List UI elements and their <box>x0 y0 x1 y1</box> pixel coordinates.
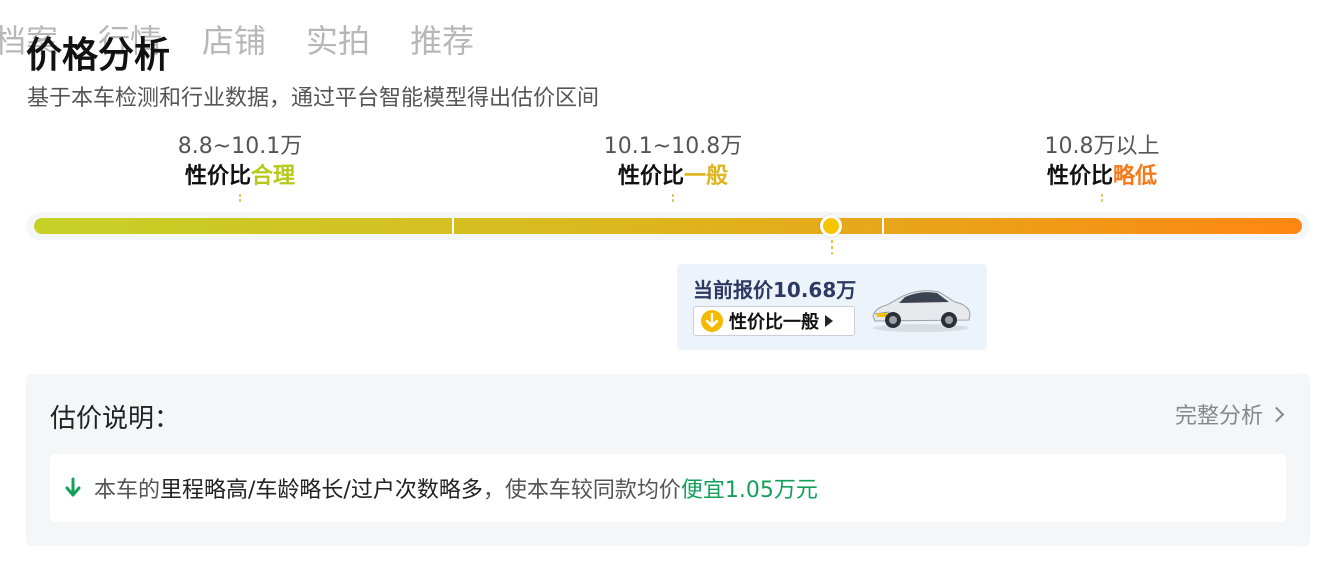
range-verdict: 性价比合理 <box>140 162 340 192</box>
explanation-result: 便宜1.05万元 <box>680 478 818 503</box>
range-average: 10.1~10.8万 性价比一般 <box>573 132 773 204</box>
range-divider <box>452 218 454 234</box>
range-reasonable: 8.8~10.1万 性价比合理 <box>140 132 340 204</box>
current-price-marker <box>820 215 842 237</box>
price-range-bar <box>26 212 1310 240</box>
dotted-connector <box>1101 194 1103 204</box>
range-price: 10.8万以上 <box>1044 134 1160 159</box>
gradient-bar <box>34 218 1302 234</box>
explanation-box: 本车的里程略高/车龄略长/过户次数略多，使本车较同款均价便宜1.05万元 <box>50 454 1286 522</box>
current-price: 当前报价10.68万 <box>693 278 857 302</box>
full-analysis-link[interactable]: 完整分析 <box>1174 398 1285 430</box>
verdict-prefix: 性价比 <box>184 164 251 189</box>
marker-connector <box>831 240 833 254</box>
range-verdict: 性价比略低 <box>1002 162 1202 192</box>
verdict-prefix: 性价比 <box>1046 164 1113 189</box>
verdict-prefix: 性价比 <box>617 164 684 189</box>
tab-photos[interactable]: 实拍 <box>306 16 370 62</box>
play-arrow-icon <box>825 315 833 327</box>
dotted-connector <box>672 194 674 204</box>
tab-store[interactable]: 店铺 <box>202 16 266 62</box>
badge-label: 性价比一般 <box>729 312 819 333</box>
page-title: 价格分析 <box>26 35 171 76</box>
range-price: 8.8~10.1万 <box>177 134 303 159</box>
range-low: 10.8万以上 性价比略低 <box>1002 132 1202 204</box>
explanation-prefix: 本车的 <box>94 478 161 503</box>
verdict-level: 略低 <box>1113 164 1158 189</box>
estimate-explanation-panel: 估价说明： 完整分析 本车的里程略高/车龄略长/过户次数略多，使本车较同款均价便… <box>26 374 1310 546</box>
car-image <box>872 290 971 332</box>
explanation-factors: 里程略高/车龄略长/过户次数略多 <box>160 478 483 503</box>
chevron-right-icon <box>1268 406 1285 422</box>
explanation-middle: ，使本车较同款均价 <box>482 478 681 503</box>
down-arrow-icon <box>701 310 723 332</box>
explanation-text: 本车的里程略高/车龄略长/过户次数略多，使本车较同款均价便宜1.05万元 <box>94 472 818 504</box>
verdict-level: 一般 <box>684 164 729 189</box>
down-arrow-icon <box>64 477 82 499</box>
range-price: 10.1~10.8万 <box>603 134 743 159</box>
full-analysis-label: 完整分析 <box>1174 404 1263 429</box>
panel-title: 估价说明： <box>50 404 181 434</box>
current-price-card: 当前报价10.68万 性价比一般 <box>677 264 987 350</box>
value-badge-button[interactable]: 性价比一般 <box>693 306 855 336</box>
price-analysis-page: 档案 行情 店铺 实拍 推荐 价格分析 基于本车检测和行业数据，通过平台智能模型… <box>0 0 1336 572</box>
verdict-level: 合理 <box>251 164 296 189</box>
page-subtitle: 基于本车检测和行业数据，通过平台智能模型得出估价区间 <box>27 86 600 111</box>
range-divider <box>882 218 884 234</box>
tab-recommend[interactable]: 推荐 <box>410 16 474 62</box>
dotted-connector <box>239 194 241 204</box>
range-verdict: 性价比一般 <box>573 162 773 192</box>
